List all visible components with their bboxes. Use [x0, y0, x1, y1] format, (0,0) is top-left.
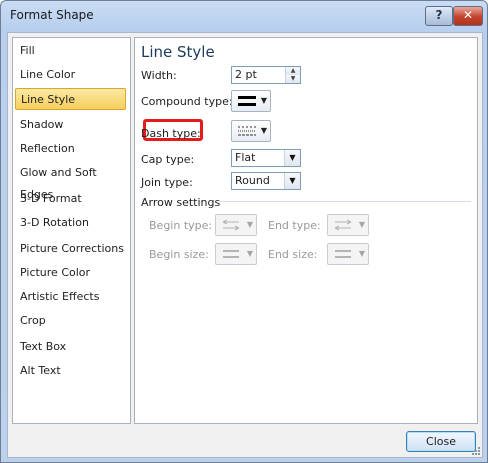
sidebar-item-3d-rotation[interactable]: 3-D Rotation: [15, 212, 126, 234]
category-list: Fill Line Color Line Style Shadow Reflec…: [12, 37, 131, 424]
sidebar-item-reflection[interactable]: Reflection: [15, 138, 126, 160]
cap-type-value: Flat: [235, 151, 256, 164]
sidebar-item-glow-soft-edges[interactable]: Glow and Soft Edges: [15, 162, 126, 201]
arrow-size-icon: [223, 250, 239, 258]
close-window-button[interactable]: ✕: [453, 6, 483, 26]
chevron-down-icon: ▼: [358, 220, 365, 229]
begin-size-label: Begin size:: [149, 248, 209, 261]
chevron-down-icon: ▼: [358, 249, 365, 258]
sidebar-item-3d-format[interactable]: 3-D Format: [15, 188, 126, 210]
chevron-down-icon: ▼: [246, 220, 253, 229]
help-button[interactable]: ?: [425, 6, 453, 26]
chevron-down-icon[interactable]: ▼: [284, 150, 300, 166]
sidebar-item-text-box[interactable]: Text Box: [15, 336, 126, 358]
end-type-dropdown[interactable]: ▼: [327, 214, 369, 236]
width-input[interactable]: 2 pt ▲ ▼: [231, 66, 301, 84]
resize-grip-icon[interactable]: [471, 446, 481, 456]
end-size-dropdown[interactable]: ▼: [327, 243, 369, 265]
join-type-label: Join type:: [141, 176, 193, 189]
format-shape-dialog: Format Shape ? ✕ Fill Line Color Line St…: [0, 0, 488, 463]
chevron-down-icon[interactable]: ▼: [284, 173, 300, 189]
sidebar-item-line-color[interactable]: Line Color: [15, 64, 126, 86]
title-bar: Format Shape ? ✕: [1, 1, 487, 31]
dash-line-icon: [238, 126, 256, 136]
begin-size-dropdown[interactable]: ▼: [215, 243, 257, 265]
sidebar-item-picture-corrections[interactable]: Picture Corrections: [15, 238, 126, 260]
join-type-select[interactable]: Round ▼: [231, 172, 301, 190]
sidebar-item-line-style[interactable]: Line Style: [15, 88, 126, 110]
sidebar-item-artistic-effects[interactable]: Artistic Effects: [15, 286, 126, 308]
sidebar-item-shadow[interactable]: Shadow: [15, 114, 126, 136]
compound-line-icon: [238, 96, 256, 106]
dialog-body: Fill Line Color Line Style Shadow Reflec…: [7, 32, 483, 458]
cap-type-label: Cap type:: [141, 153, 195, 166]
arrow-settings-label: Arrow settings: [141, 196, 221, 209]
end-size-label: End size:: [268, 248, 318, 261]
end-type-label: End type:: [268, 219, 321, 232]
dialog-title: Format Shape: [10, 8, 94, 22]
arrow-begin-icon: [222, 219, 240, 231]
sidebar-item-alt-text[interactable]: Alt Text: [15, 360, 126, 382]
arrow-size-icon: [335, 250, 351, 258]
begin-type-dropdown[interactable]: ▼: [215, 214, 257, 236]
width-value: 2 pt: [235, 68, 257, 81]
compound-type-label: Compound type:: [141, 95, 233, 108]
compound-type-dropdown[interactable]: ▼: [231, 90, 271, 112]
chevron-down-icon: ▼: [260, 126, 267, 135]
spin-down-icon[interactable]: ▼: [286, 75, 300, 83]
arrow-settings-divider: [219, 201, 471, 202]
spin-up-icon[interactable]: ▲: [286, 67, 300, 75]
sidebar-item-crop[interactable]: Crop: [15, 310, 126, 332]
panel-title: Line Style: [141, 43, 215, 61]
close-button[interactable]: Close: [406, 431, 476, 452]
dash-type-dropdown[interactable]: ▼: [231, 120, 271, 142]
width-label: Width:: [141, 69, 177, 82]
sidebar-item-fill[interactable]: Fill: [15, 40, 126, 62]
arrow-end-icon: [334, 219, 352, 231]
dash-type-label: Dash type:: [141, 127, 201, 140]
sidebar-item-picture-color[interactable]: Picture Color: [15, 262, 126, 284]
chevron-down-icon: ▼: [260, 96, 267, 105]
cap-type-select[interactable]: Flat ▼: [231, 149, 301, 167]
width-spinner[interactable]: ▲ ▼: [285, 67, 300, 83]
line-style-panel: Line Style Width: 2 pt ▲ ▼ Compound type…: [134, 37, 478, 424]
chevron-down-icon: ▼: [246, 249, 253, 258]
begin-type-label: Begin type:: [149, 219, 213, 232]
join-type-value: Round: [235, 174, 270, 187]
